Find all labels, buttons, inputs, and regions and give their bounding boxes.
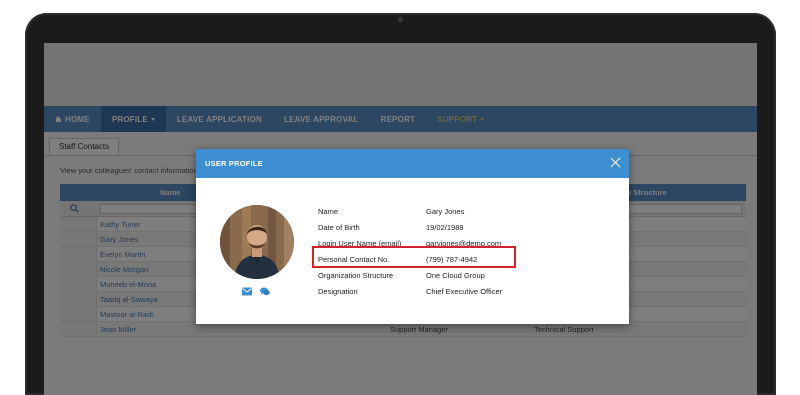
highlight-box <box>312 246 516 268</box>
envelope-icon[interactable] <box>242 287 252 296</box>
user-profile-modal: USER PROFILE Name Gary Jones Date of Bir… <box>196 149 629 324</box>
modal-header: USER PROFILE <box>196 149 629 178</box>
avatar <box>220 205 294 279</box>
close-icon[interactable] <box>610 157 621 168</box>
modal-title: USER PROFILE <box>205 159 263 168</box>
laptop-frame: HOME PROFILE LEAVE APPLICATION LEAVE APP… <box>25 13 776 395</box>
profile-field-value: One Cloud Group <box>426 271 485 280</box>
profile-field-label: Designation <box>318 287 358 296</box>
camera-dot <box>398 17 403 22</box>
profile-field-label: Name <box>318 207 339 216</box>
profile-field-value: 19/02/1988 <box>426 223 464 232</box>
chat-icon[interactable] <box>260 287 270 296</box>
profile-field-value: Gary Jones <box>426 207 465 216</box>
profile-field-label: Date of Birth <box>318 223 360 232</box>
profile-field-label: Organization Structure <box>318 271 394 280</box>
profile-photo <box>220 205 294 279</box>
contact-actions <box>242 287 270 296</box>
profile-field-value: Chief Executive Officer <box>426 287 503 296</box>
screen: HOME PROFILE LEAVE APPLICATION LEAVE APP… <box>44 43 757 395</box>
